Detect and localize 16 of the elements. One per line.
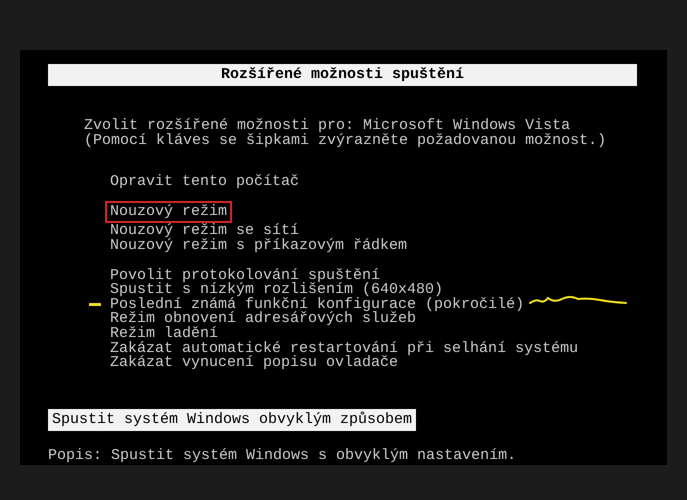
- description-text: Popis: Spustit systém Windows s obvyklým nastavením.: [48, 449, 518, 464]
- boot-option[interactable]: Nouzový režim s příkazovým řádkem: [110, 238, 408, 254]
- boot-option[interactable]: Zakázat automatické restartování při selhání systému: [110, 342, 578, 356]
- boot-option[interactable]: Režim obnovení adresářových služeb: [110, 312, 416, 327]
- boot-option[interactable]: Spustit s nízkým rozlišením (640x480): [110, 283, 444, 298]
- boot-option[interactable]: Opravit tento počítač: [110, 175, 300, 190]
- boot-option[interactable]: Zakázat vynucení popisu ovladače: [110, 356, 398, 371]
- boot-option[interactable]: Povolit protokolování spuštění: [110, 268, 380, 284]
- boot-option[interactable]: Poslední známá funkční konfigurace (pokročilé): [110, 298, 524, 312]
- boot-option[interactable]: Nouzový režim: [110, 204, 228, 220]
- prompt-text: (Pomocí kláves se šipkami zvýrazněte požadovanou možnost.): [84, 134, 608, 148]
- boot-option[interactable]: Spustit systém Windows obvyklým způsobem: [48, 408, 416, 432]
- screen-title: Rozšířené možnosti spuštění: [48, 64, 637, 86]
- boot-option[interactable]: Režim ladění: [110, 326, 218, 342]
- boot-option[interactable]: Nouzový režim se sítí: [110, 224, 300, 239]
- prompt-text: Zvolit rozšířené možnosti pro: Microsoft Windows Vista: [84, 119, 570, 134]
